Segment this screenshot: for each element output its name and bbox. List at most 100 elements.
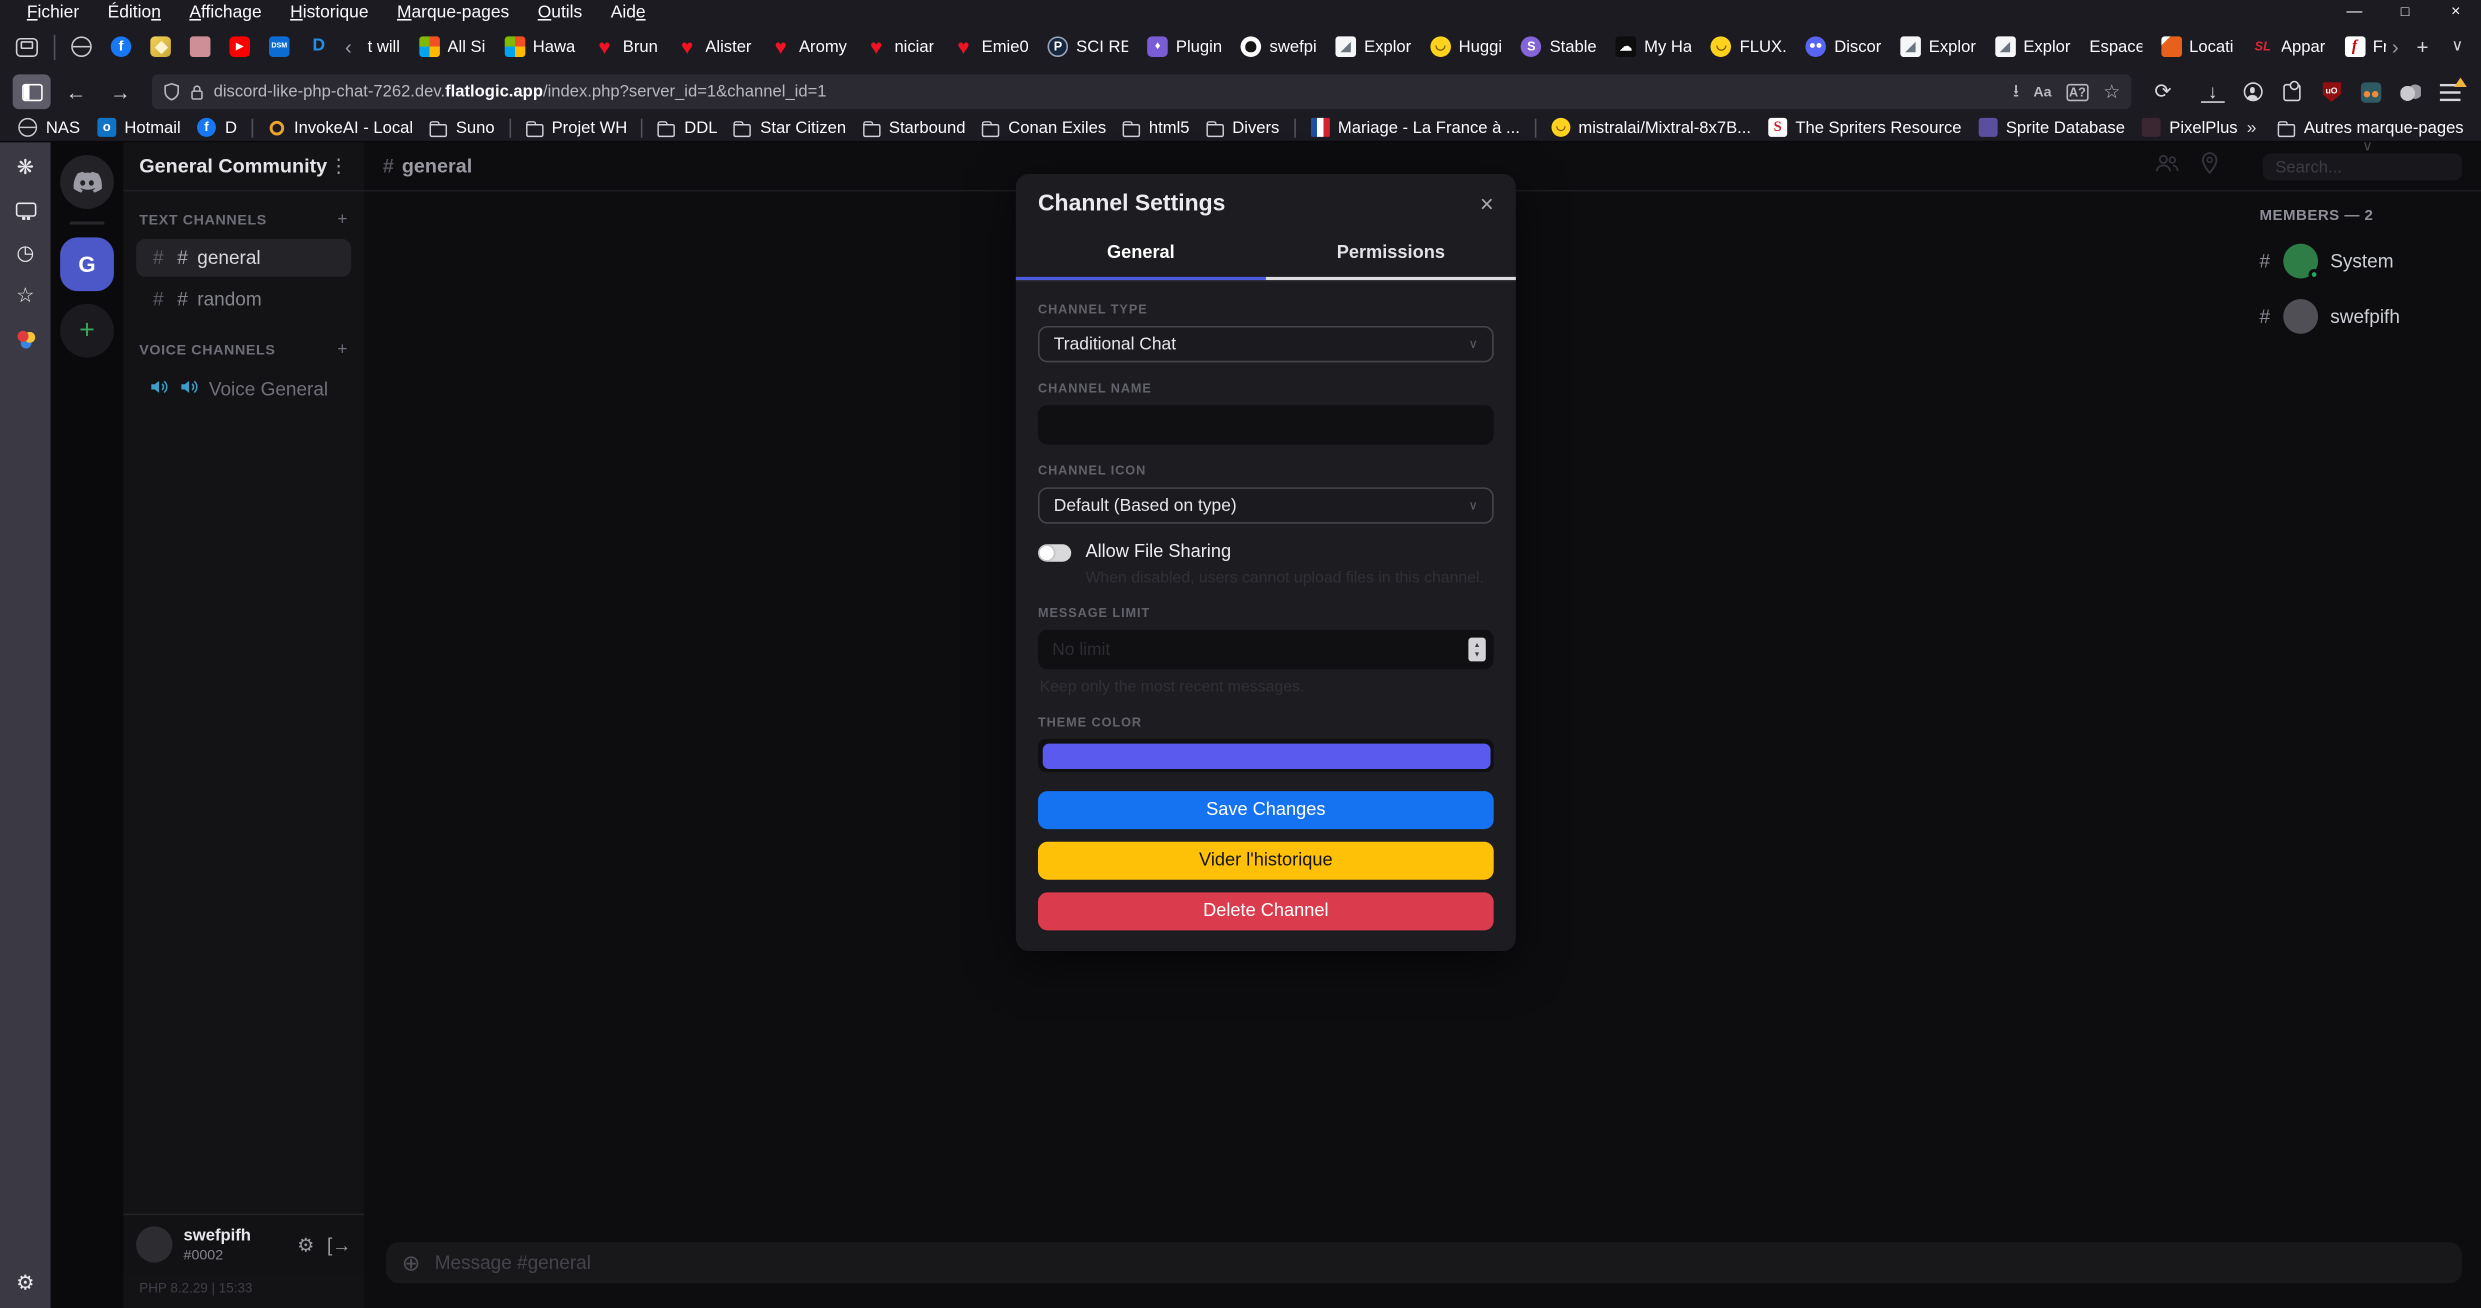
profile-icon[interactable] [13, 326, 38, 351]
bookmark-sprite-database[interactable]: Sprite Database [1969, 116, 2132, 140]
message-limit-input[interactable] [1038, 630, 1494, 670]
tab-niciar[interactable]: niciar [856, 28, 943, 66]
history-icon[interactable]: ◷ [13, 241, 38, 266]
minimize-button[interactable]: — [2329, 0, 2380, 24]
menu-item-aide[interactable]: Aide [596, 2, 659, 21]
chevron-down-icon[interactable]: ∨ [2362, 137, 2372, 154]
tab-stable[interactable]: Stable [1512, 28, 1607, 66]
member-system[interactable]: #System [2260, 244, 2463, 279]
tab-appar[interactable]: Appar [2243, 28, 2335, 66]
scroll-tabs-right-button[interactable]: › [2386, 35, 2406, 59]
user-settings-gear-icon[interactable]: ⚙ [297, 1233, 314, 1255]
tab-emie0[interactable]: Emie0 [944, 28, 1039, 66]
close-window-button[interactable]: × [2430, 0, 2481, 24]
app-menu-icon[interactable] [2438, 80, 2462, 104]
member-swefpifh[interactable]: #swefpifh [2260, 299, 2463, 334]
tab-all-si[interactable]: All Si [409, 28, 494, 66]
back-button[interactable]: ← [57, 74, 95, 109]
tab-aromy[interactable]: Aromy [761, 28, 856, 66]
home-discord-button[interactable] [60, 155, 114, 209]
pinned-tab-pixelpet[interactable] [180, 28, 220, 66]
tab-my-ha[interactable]: My Ha [1606, 28, 1701, 66]
bookmark-the-spriters-resource[interactable]: The Spriters Resource [1759, 116, 1970, 140]
tab-swefpi[interactable]: swefpi [1232, 28, 1327, 66]
number-spinner[interactable]: ▲▼ [1468, 638, 1485, 662]
tab-brun[interactable]: Brun [585, 28, 668, 66]
menu-item-historique[interactable]: Historique [276, 2, 383, 21]
ai-chatbot-icon[interactable]: ❋ [13, 155, 38, 180]
pinned-messages-icon[interactable] [2201, 151, 2218, 181]
channel-type-select[interactable]: Traditional Chat ∨ [1038, 326, 1494, 362]
bookmark-mistralai-mixtral-8x7b-[interactable]: mistralai/Mixtral-8x7B... [1542, 116, 1759, 140]
translate-icon[interactable]: Aa [2033, 84, 2051, 100]
bookmark-star-citizen[interactable]: Star Citizen [725, 116, 854, 138]
downloads-icon[interactable]: ↓ [2201, 81, 2225, 102]
clear-history-button[interactable]: Vider l'historique [1038, 842, 1494, 880]
bookmark-divers[interactable]: Divers [1197, 116, 1287, 138]
bookmarks-overflow-chevron[interactable]: » [2240, 118, 2259, 137]
channel-general[interactable]: ##general [136, 239, 351, 277]
menu-item-outils[interactable]: Outils [523, 2, 596, 21]
bookmark-nas[interactable]: NAS [9, 116, 87, 140]
pinned-tab-globe[interactable] [62, 28, 102, 66]
server-button-general-community[interactable]: G [60, 237, 114, 291]
bookmark-ddl[interactable]: DDL [649, 116, 725, 138]
bookmarks-sidebar-icon[interactable]: ☆ [13, 283, 38, 308]
new-tab-button[interactable]: + [2405, 28, 2440, 66]
pinned-tab-facebook[interactable] [101, 28, 141, 66]
url-text[interactable]: discord-like-php-chat-7262.dev.flatlogic… [214, 82, 1998, 101]
pinned-tab-yellowapp[interactable] [141, 28, 181, 66]
extensions-puzzle-icon[interactable] [2280, 80, 2304, 104]
scroll-tabs-left-button[interactable]: ‹ [339, 35, 359, 59]
server-header[interactable]: General Community ⋮ [123, 142, 364, 191]
menu-item-affichage[interactable]: Affichage [175, 2, 276, 21]
members-toggle-icon[interactable] [2155, 152, 2179, 180]
reader-mode-icon[interactable]: A? [2066, 83, 2089, 100]
search-input[interactable] [2263, 154, 2462, 181]
tab-flux-[interactable]: FLUX. [1702, 28, 1797, 66]
bookmark-d[interactable]: D [189, 116, 245, 140]
channel-icon-select[interactable]: Default (Based on type) ∨ [1038, 487, 1494, 523]
ublock-extension-icon[interactable]: uO [2320, 80, 2344, 104]
add-voice-channel-button[interactable]: + [337, 340, 348, 359]
pinned-tab-synology[interactable] [299, 28, 339, 66]
add-server-button[interactable]: + [60, 304, 114, 358]
bookmark-pixelplush-studio-pix-[interactable]: PixelPlush Studio - Pix... [2133, 116, 2237, 140]
save-page-icon[interactable]: ⭳ [2013, 77, 2019, 107]
firefox-view-button[interactable] [6, 28, 47, 66]
bookmark-html5[interactable]: html5 [1114, 116, 1197, 138]
tab-discor[interactable]: Discor [1796, 28, 1891, 66]
server-menu-kebab-icon[interactable]: ⋮ [329, 155, 348, 177]
tab-huggi[interactable]: Huggi [1421, 28, 1512, 66]
pinned-tab-youtube[interactable] [220, 28, 260, 66]
tab-plugin[interactable]: Plugin [1138, 28, 1232, 66]
bookmark-starbound[interactable]: Starbound [854, 116, 973, 138]
save-changes-button[interactable]: Save Changes [1038, 791, 1494, 829]
tab-t-will[interactable]: t will [358, 28, 409, 66]
message-input-bar[interactable]: ⊕ Message #general [386, 1242, 2462, 1283]
bookmark-suno[interactable]: Suno [421, 116, 503, 138]
modal-tab-general[interactable]: General [1016, 231, 1266, 280]
modal-tab-permissions[interactable]: Permissions [1266, 231, 1516, 280]
tracking-protection-shield-icon[interactable] [163, 82, 180, 101]
sidebar-settings-gear-icon[interactable]: ⚙ [13, 1271, 38, 1296]
tab-explor[interactable]: Explor [1326, 28, 1421, 66]
tab-hawa[interactable]: Hawa [495, 28, 585, 66]
tab-alister[interactable]: Alister [667, 28, 761, 66]
add-text-channel-button[interactable]: + [337, 210, 348, 229]
voice-channel-voice-general[interactable]: Voice General [136, 369, 351, 410]
logout-icon[interactable]: [→ [327, 1233, 351, 1255]
delete-channel-button[interactable]: Delete Channel [1038, 892, 1494, 930]
tab-explor[interactable]: Explor [1985, 28, 2080, 66]
channel-random[interactable]: ##random [136, 280, 351, 318]
forward-button[interactable]: → [101, 74, 139, 109]
list-all-tabs-button[interactable]: ∨ [2440, 28, 2475, 66]
menu-item-édition[interactable]: Édition [93, 2, 175, 21]
sidebar-toggle-button[interactable] [13, 74, 51, 109]
url-bar[interactable]: discord-like-php-chat-7262.dev.flatlogic… [152, 74, 2131, 109]
gray-extension-icon[interactable] [2399, 80, 2423, 104]
bookmark-star-icon[interactable]: ☆ [2103, 81, 2120, 103]
synced-tabs-icon[interactable] [13, 198, 38, 223]
reload-button[interactable]: ⟳ [2144, 74, 2182, 109]
attach-plus-icon[interactable]: ⊕ [402, 1249, 421, 1276]
